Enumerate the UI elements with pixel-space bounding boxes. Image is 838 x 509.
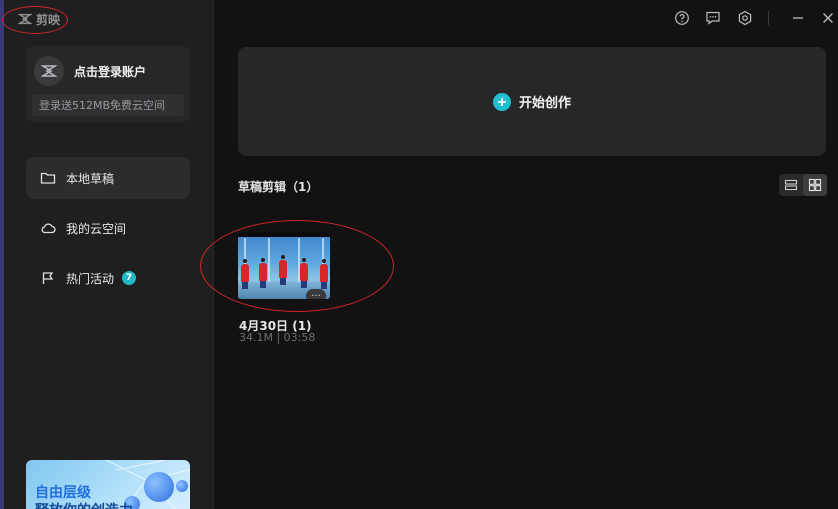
- settings-button[interactable]: [736, 9, 754, 27]
- drafts-section-title: 草稿剪辑（1）: [238, 180, 319, 194]
- feedback-button[interactable]: [704, 9, 722, 27]
- view-toggle: [779, 174, 827, 196]
- sidebar-item-events[interactable]: 热门活动 7: [26, 257, 190, 299]
- grid-view-button[interactable]: [803, 174, 827, 196]
- sidebar-item-cloud[interactable]: 我的云空间: [26, 207, 190, 249]
- sidebar-item-label: 我的云空间: [66, 221, 127, 236]
- account-card[interactable]: 点击登录账户 登录送512MB免费云空间: [26, 46, 190, 122]
- cloud-icon: [41, 223, 56, 234]
- banner-sphere-small: [176, 480, 188, 492]
- list-view-icon: [784, 179, 798, 191]
- grid-view-icon: [808, 178, 822, 192]
- minimize-button[interactable]: [789, 9, 807, 27]
- sidebar-item-label: 本地草稿: [66, 171, 115, 186]
- banner-sphere-large: [144, 472, 174, 502]
- folder-icon: [40, 172, 56, 184]
- cloud-promo[interactable]: 登录送512MB免费云空间: [32, 94, 184, 116]
- start-creation-label: 开始创作: [518, 96, 571, 111]
- capcut-avatar-icon: [41, 65, 57, 77]
- avatar[interactable]: [34, 56, 64, 86]
- start-creation-button[interactable]: 开始创作: [238, 47, 826, 156]
- annotation-circle-draft: [200, 220, 394, 312]
- plus-icon: [492, 92, 511, 111]
- feedback-icon: [706, 11, 720, 25]
- promo-banner[interactable]: 自由层级 释放你的创造力: [26, 460, 190, 509]
- help-icon: [675, 11, 689, 25]
- topbar-divider: [768, 11, 769, 25]
- close-icon: [823, 13, 833, 23]
- list-view-button[interactable]: [779, 174, 803, 196]
- sidebar: 剪映 点击登录账户 登录送512MB免费云空间 本地草稿 我的云空间 热门活动 …: [4, 0, 214, 509]
- settings-icon: [738, 10, 752, 26]
- flag-icon: [42, 272, 54, 284]
- annotation-circle-logo: [2, 6, 68, 34]
- login-link[interactable]: 点击登录账户: [74, 63, 146, 80]
- minimize-icon: [793, 17, 803, 19]
- banner-subtitle: 释放你的创造力: [35, 500, 133, 509]
- sidebar-item-local-drafts[interactable]: 本地草稿: [26, 157, 190, 199]
- draft-meta: 34.1M | 03:58: [239, 331, 316, 344]
- sidebar-item-label: 热门活动: [66, 271, 115, 286]
- banner-title: 自由层级: [35, 485, 91, 501]
- close-button[interactable]: [819, 9, 837, 27]
- help-button[interactable]: [673, 9, 691, 27]
- events-badge: 7: [122, 271, 137, 285]
